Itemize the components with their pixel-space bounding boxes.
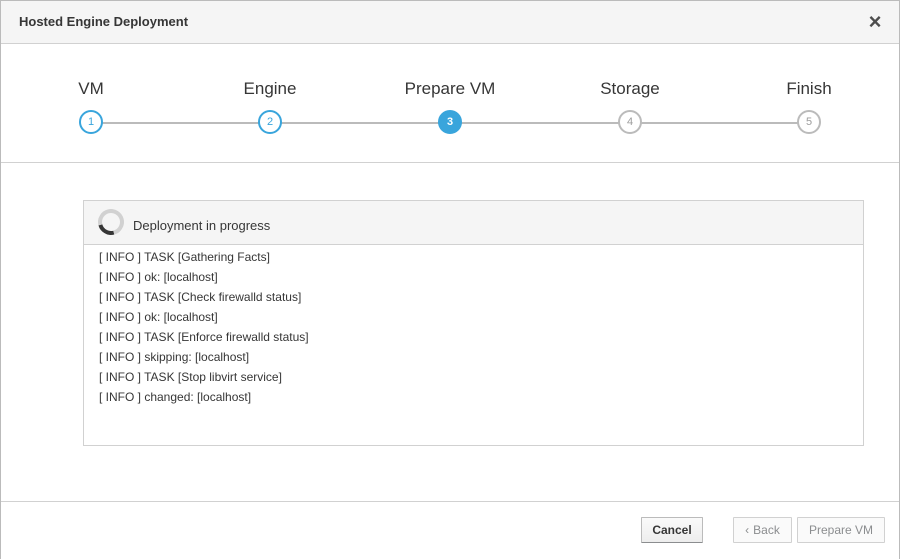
log-line: [ INFO ] ok: [localhost]: [99, 310, 218, 324]
log-line: [ INFO ] ok: [localhost]: [99, 270, 218, 284]
step-label: Prepare VM: [404, 79, 496, 98]
log-line: [ INFO ] TASK [Stop libvirt service]: [99, 370, 282, 384]
step-label: Finish: [786, 79, 832, 98]
log-line: [ INFO ] TASK [Check firewalld status]: [99, 290, 302, 304]
dialog-header: Hosted Engine Deployment ×: [1, 1, 899, 44]
dialog-footer: Cancel ‹ Back Prepare VM: [1, 501, 899, 559]
step-number: 5: [797, 110, 821, 134]
log-line: [ INFO ] changed: [localhost]: [99, 390, 252, 404]
spinner-icon: [93, 204, 129, 240]
step-label: Engine: [243, 79, 297, 98]
step-number: 3: [438, 110, 462, 134]
wizard-steps: VM 1 Engine 2 Prepare VM 3 Storage 4 Fin…: [1, 44, 899, 163]
close-icon[interactable]: ×: [865, 11, 885, 33]
cancel-button[interactable]: Cancel: [641, 517, 703, 543]
step-number: 1: [79, 110, 103, 134]
progress-header: Deployment in progress: [84, 201, 863, 245]
step-label: VM: [78, 79, 104, 98]
back-button[interactable]: ‹ Back: [733, 517, 792, 543]
progress-title: Deployment in progress: [133, 218, 271, 233]
deployment-progress-panel: Deployment in progress [ INFO ] TASK [Ga…: [83, 200, 864, 446]
log-line: [ INFO ] TASK [Gathering Facts]: [99, 250, 270, 264]
step-number: 4: [618, 110, 642, 134]
log-line: [ INFO ] TASK [Enforce firewalld status]: [99, 330, 309, 344]
dialog-title: Hosted Engine Deployment: [19, 14, 189, 29]
deployment-log[interactable]: [ INFO ] TASK [Gathering Facts] [ INFO ]…: [84, 245, 863, 407]
step-label: Storage: [600, 79, 660, 98]
hosted-engine-dialog: Hosted Engine Deployment × VM 1 Engine 2…: [0, 0, 900, 559]
step-number: 2: [258, 110, 282, 134]
chevron-left-icon: ‹: [745, 523, 750, 537]
back-button-label: Back: [753, 523, 780, 537]
log-line: [ INFO ] skipping: [localhost]: [99, 350, 250, 364]
prepare-vm-button[interactable]: Prepare VM: [797, 517, 885, 543]
